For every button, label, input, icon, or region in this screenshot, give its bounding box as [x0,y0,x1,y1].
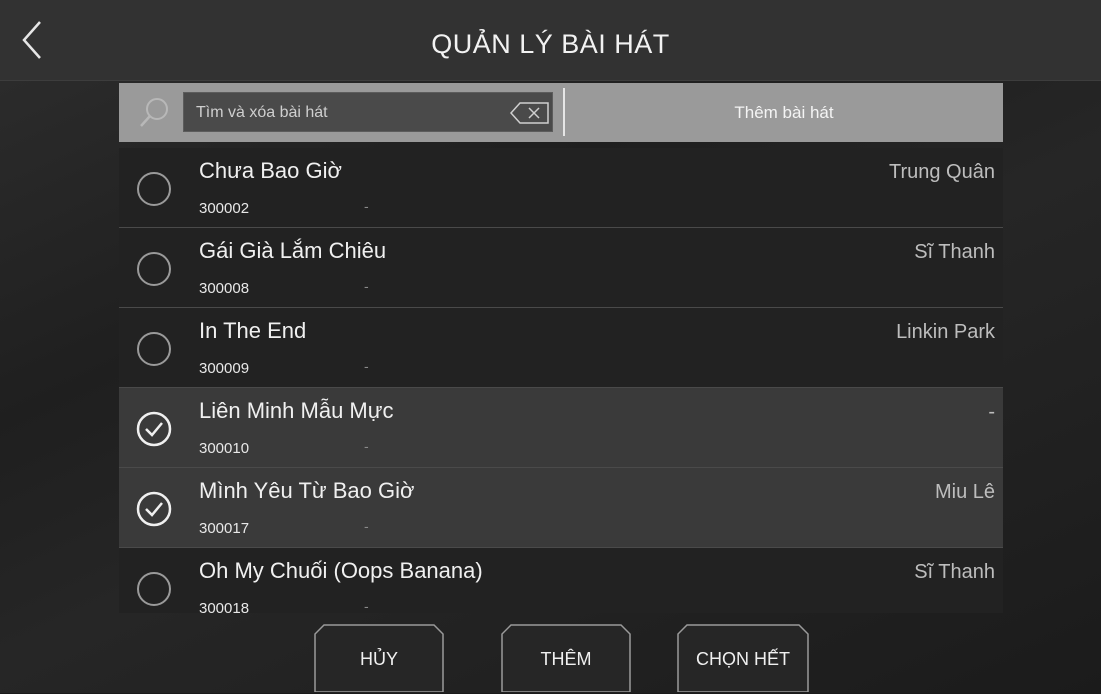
song-row[interactable]: Oh My Chuối (Oops Banana) 300018 - Sĩ Th… [119,548,1003,613]
song-subinfo: - [364,438,369,454]
song-artist: Sĩ Thanh [914,241,995,263]
radio-unchecked-icon[interactable] [135,570,173,608]
radio-unchecked-icon[interactable] [135,250,173,288]
song-code: 300009 [199,360,250,377]
song-artist: Miu Lê [934,481,995,503]
select-all-button[interactable]: CHỌN HẾT [677,624,809,692]
search-icon [140,98,168,127]
song-row[interactable]: Liên Minh Mẫu Mực 300010 - - [119,388,1003,468]
song-subinfo: - [364,598,369,613]
song-subinfo: - [364,198,369,214]
song-title: Mình Yêu Từ Bao Giờ [199,478,415,503]
song-title: Oh My Chuối (Oops Banana) [199,558,483,583]
radio-unchecked-icon[interactable] [135,170,173,208]
radio-unchecked-icon[interactable] [135,330,173,368]
search-box [183,92,553,133]
song-artist: Trung Quân [889,161,995,183]
select-all-button-label: CHỌN HẾT [696,649,790,669]
song-artist: Sĩ Thanh [914,561,995,583]
song-title: Liên Minh Mẫu Mực [199,398,394,423]
song-subinfo: - [364,358,369,374]
song-code: 300018 [199,600,250,613]
song-row[interactable]: Gái Già Lắm Chiêu 300008 - Sĩ Thanh [119,228,1003,308]
check-circle-icon[interactable] [135,490,173,528]
song-code: 300002 [199,200,250,217]
app-header: QUẢN LÝ BÀI HÁT [0,0,1101,81]
check-circle-icon[interactable] [135,410,173,448]
cancel-button-label: HỦY [359,649,398,669]
song-code: 300008 [199,280,250,297]
song-title: Gái Già Lắm Chiêu [199,238,387,263]
song-code: 300010 [199,440,250,457]
song-row[interactable]: Mình Yêu Từ Bao Giờ 300017 - Miu Lê [119,468,1003,548]
add-song-button[interactable]: Thêm bài hát [565,83,1003,142]
backspace-icon[interactable] [510,102,550,124]
song-subinfo: - [364,518,369,534]
song-list: Chưa Bao Giờ 300002 - Trung Quân Gái Già… [119,148,1003,613]
song-row[interactable]: In The End 300009 - Linkin Park [119,308,1003,388]
cancel-button[interactable]: HỦY [314,624,444,692]
song-subinfo: - [364,278,369,294]
add-button[interactable]: THÊM [501,624,631,692]
song-artist: Linkin Park [896,321,995,343]
toolbar: Thêm bài hát [119,83,1003,142]
page-title: QUẢN LÝ BÀI HÁT [431,29,670,59]
song-artist: - [988,401,995,423]
add-button-label: THÊM [540,649,592,669]
song-row[interactable]: Chưa Bao Giờ 300002 - Trung Quân [119,148,1003,228]
song-title: In The End [199,318,307,343]
song-title: Chưa Bao Giờ [199,158,342,183]
song-code: 300017 [199,520,250,537]
search-input[interactable] [194,93,498,133]
